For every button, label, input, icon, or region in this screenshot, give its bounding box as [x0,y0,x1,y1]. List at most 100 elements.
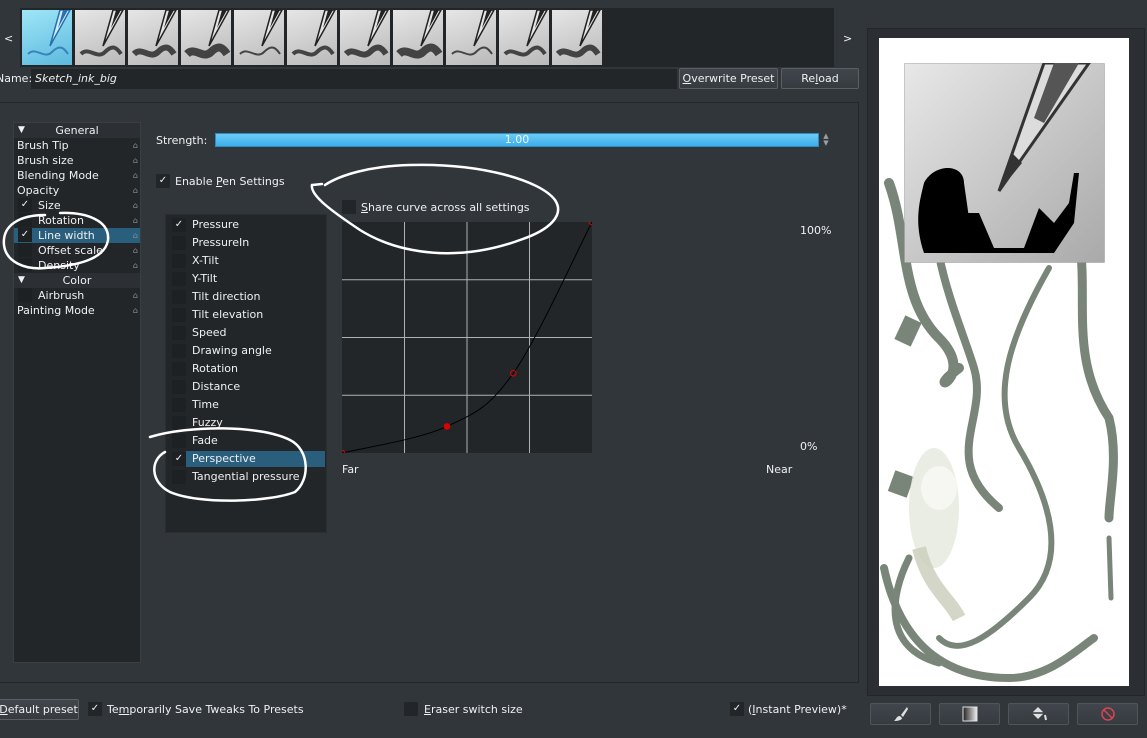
sensor-item-x-tilt[interactable]: X-Tilt [166,253,326,269]
option-checkbox[interactable]: ✓ [18,198,32,212]
tree-item-rotation[interactable]: Rotation ⌂ [14,213,140,228]
sensor-item-tilt-direction[interactable]: Tilt direction [166,289,326,305]
gray-airbrush-preset[interactable] [393,10,443,65]
collapse-triangle-icon[interactable]: ▼ [18,123,25,138]
sketch-ink-big-preset[interactable] [181,10,231,65]
option-checkbox[interactable] [18,213,32,227]
paint-brush-tool-button[interactable] [870,703,931,725]
sensor-checkbox[interactable] [172,380,186,394]
tree-item-size[interactable]: ✓ Size ⌂ [14,198,140,213]
tree-item-offset-scale[interactable]: Offset scale ⌂ [14,243,140,258]
instant-preview-checkbox[interactable]: ✓ [730,702,744,716]
button-label: verwrite Preset [691,72,775,85]
sensor-checkbox[interactable] [172,344,186,358]
lock-icon[interactable]: ⌂ [133,153,138,168]
sensor-checkbox[interactable] [172,236,186,250]
sensor-item-tilt-elevation[interactable]: Tilt elevation [166,307,326,323]
tree-header-general[interactable]: ▼ General [14,123,140,138]
preset-next-button[interactable]: > [843,32,852,45]
blue-pen-preset[interactable] [22,10,72,65]
sensor-checkbox[interactable]: ✓ [172,452,186,466]
preset-name-input[interactable]: Sketch_ink_big [31,69,677,89]
reload-button[interactable]: Reload [781,68,859,89]
preset-prev-button[interactable]: < [4,32,13,45]
tree-item-blending-mode[interactable]: Blending Mode ⌂ [14,168,140,183]
sensor-list[interactable]: ✓ Pressure PressureIn X-Tilt Y-Tilt Tilt dire… [165,214,327,533]
label-text: raser switch size [430,703,523,716]
button-label: Re [801,72,816,85]
scribble-preset[interactable] [128,10,178,65]
tree-item-line-width[interactable]: ✓ Line width ⌂ [14,228,140,243]
option-checkbox[interactable] [18,288,32,302]
gradient-fill-tool-button[interactable] [939,703,1000,725]
tree-item-brush-tip[interactable]: Brush Tip ⌂ [14,138,140,153]
brush-option-tree[interactable]: ▼ General Brush Tip ⌂ Brush size ⌂ Blending Mo… [13,122,141,663]
sensor-checkbox[interactable] [172,398,186,412]
sensor-checkbox[interactable] [172,290,186,304]
ink-brush-preset[interactable] [234,10,284,65]
sensor-checkbox[interactable] [172,326,186,340]
sensor-checkbox[interactable] [172,470,186,484]
sensor-item-fuzzy[interactable]: Fuzzy [166,415,326,431]
dark-marker-preset[interactable] [446,10,496,65]
sensor-checkbox[interactable] [172,434,186,448]
sensor-item-drawing-angle[interactable]: Drawing angle [166,343,326,359]
sensor-item-pressure[interactable]: ✓ Pressure [166,217,326,233]
share-curve-checkbox[interactable] [342,200,356,214]
overwrite-preset-button[interactable]: Overwrite Preset [679,68,778,89]
sketch-pencil-preset[interactable] [75,10,125,65]
sensor-item-y-tilt[interactable]: Y-Tilt [166,271,326,287]
sensor-item-time[interactable]: Time [166,397,326,413]
soft-pastel-preset[interactable] [499,10,549,65]
strength-slider[interactable]: 1.00 [215,133,819,147]
lock-icon[interactable]: ⌂ [133,288,138,303]
clear-canvas-tool-button[interactable] [1077,703,1138,725]
lock-icon[interactable]: ⌂ [133,243,138,258]
sensor-item-speed[interactable]: Speed [166,325,326,341]
soft-charcoal-preset[interactable] [340,10,390,65]
tree-item-airbrush[interactable]: Airbrush ⌂ [14,288,140,303]
lock-icon[interactable]: ⌂ [133,213,138,228]
collapse-triangle-icon[interactable]: ▼ [18,273,25,288]
sensor-checkbox[interactable]: ✓ [172,218,186,232]
tree-header-color[interactable]: ▼ Color [14,273,140,288]
option-checkbox[interactable] [18,243,32,257]
sensor-checkbox[interactable] [172,272,186,286]
sensor-item-pressurein[interactable]: PressureIn [166,235,326,251]
strength-label: Strength: [156,134,208,147]
enable-pen-settings-checkbox[interactable]: ✓ [156,174,170,188]
strength-spin-arrows[interactable]: ▲ ▼ [821,133,831,147]
curve-control-point[interactable] [443,423,451,430]
fine-liner-preset[interactable] [287,10,337,65]
temp-save-tweaks-checkbox[interactable]: ✓ [88,702,102,716]
option-checkbox[interactable] [18,258,32,272]
eraser-switch-size-checkbox[interactable] [404,702,418,716]
tree-item-painting-mode[interactable]: Painting Mode ⌂ [14,303,140,318]
lock-icon[interactable]: ⌂ [133,303,138,318]
sensor-item-fade[interactable]: Fade [166,433,326,449]
tree-item-opacity[interactable]: Opacity ⌂ [14,183,140,198]
sensor-checkbox[interactable] [172,308,186,322]
tree-item-density[interactable]: Density ⌂ [14,258,140,273]
sensor-item-perspective[interactable]: ✓ Perspective [172,451,325,467]
sensor-label: Drawing angle [192,344,272,357]
bucket-fill-tool-button[interactable] [1008,703,1069,725]
texture-preset[interactable] [552,10,602,65]
lock-icon[interactable]: ⌂ [133,138,138,153]
lock-icon[interactable]: ⌂ [133,183,138,198]
tree-item-brush-size[interactable]: Brush size ⌂ [14,153,140,168]
lock-icon[interactable]: ⌂ [133,228,138,243]
sensor-checkbox[interactable] [172,362,186,376]
option-checkbox[interactable]: ✓ [18,228,32,242]
lock-icon[interactable]: ⌂ [133,198,138,213]
sensor-checkbox[interactable] [172,416,186,430]
sensor-curve-editor[interactable] [342,222,592,453]
sensor-item-tangential-pressure[interactable]: Tangential pressure [166,469,326,485]
lock-icon[interactable]: ⌂ [133,258,138,273]
sensor-item-rotation[interactable]: Rotation [166,361,326,377]
default-preset-button[interactable]: Default preset [0,699,79,720]
sensor-checkbox[interactable] [172,254,186,268]
sensor-item-distance[interactable]: Distance [166,379,326,395]
preset-icon [131,10,177,58]
lock-icon[interactable]: ⌂ [133,168,138,183]
